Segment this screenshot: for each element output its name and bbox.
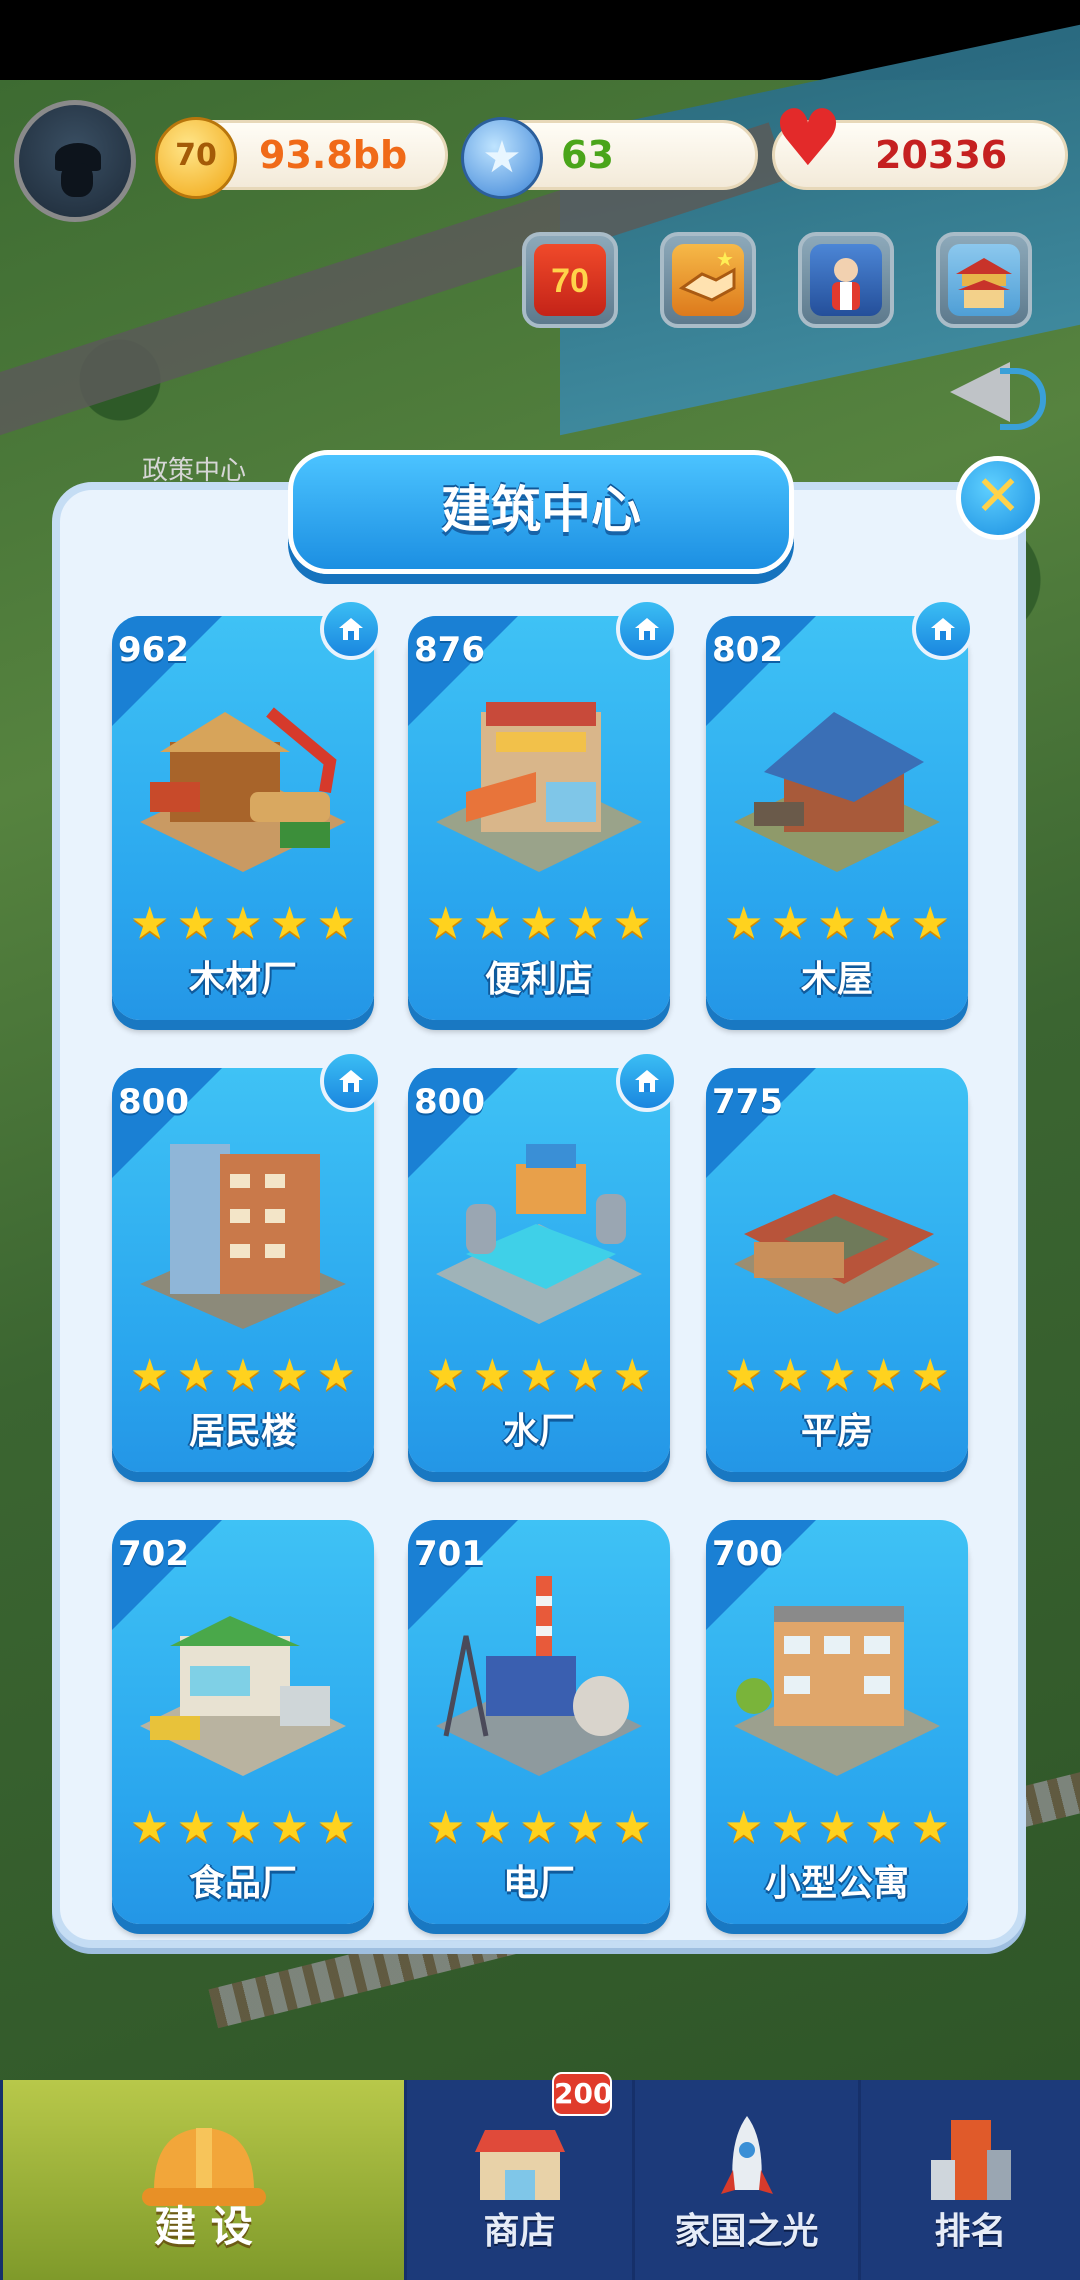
temple-building-icon — [948, 244, 1020, 316]
home-button[interactable] — [320, 1050, 382, 1112]
building-name: 电厂 — [502, 1863, 575, 1904]
handshake-button[interactable]: ★ — [660, 232, 756, 328]
nav-national-glory[interactable]: 家国之光 — [632, 2080, 858, 2280]
home-icon — [931, 618, 955, 640]
lumber-mill-art — [140, 707, 346, 872]
star-rating: ★ ★ ★ ★ ★ — [130, 898, 356, 949]
building-card[interactable]: 800 ★ ★ ★ ★ ★ 居民楼 — [112, 1068, 374, 1472]
small-apartment-art — [734, 1606, 940, 1776]
anniversary-70-button[interactable]: 70 — [522, 232, 618, 328]
ranking-icon — [930, 2120, 1011, 2200]
rocket-icon — [720, 2116, 773, 2194]
star-value: 63 — [561, 133, 614, 177]
home-icon — [339, 1070, 363, 1092]
character-event-button[interactable] — [798, 232, 894, 328]
building-card[interactable]: 700 ★ ★ ★ ★ ★ 小型公寓 — [706, 1520, 968, 1924]
building-card[interactable]: 802 ★ ★ ★ ★ ★ 木屋 — [706, 616, 968, 1020]
anniversary-70-icon: 70 — [534, 244, 606, 316]
convenience-store-art — [436, 702, 642, 872]
star-rating: ★ ★ ★ ★ ★ — [724, 1350, 950, 1401]
close-icon: ✕ — [974, 464, 1022, 529]
building-score: 876 — [414, 630, 485, 670]
home-icon — [339, 618, 363, 640]
character-event-icon — [810, 244, 882, 316]
sound-wave — [1000, 368, 1046, 430]
coin-value: 93.8bb — [259, 133, 408, 177]
building-score: 702 — [118, 1534, 189, 1574]
home-button[interactable] — [616, 598, 678, 660]
star-counter[interactable]: ★ 63 — [461, 117, 758, 199]
building-name: 木屋 — [800, 959, 873, 1000]
blue-star-icon: ★ — [461, 117, 543, 199]
building-name: 食品厂 — [188, 1863, 297, 1904]
nav-label: 建 设 — [154, 2202, 253, 2251]
temple-building-button[interactable] — [936, 232, 1032, 328]
avatar-silhouette — [61, 163, 93, 197]
star-rating: ★ ★ ★ ★ ★ — [426, 1802, 652, 1853]
building-name: 水厂 — [502, 1411, 575, 1452]
building-card[interactable]: 876 ★ ★ ★ ★ ★ 便利店 — [408, 616, 670, 1020]
building-card[interactable]: 702 ★ ★ ★ ★ ★ 食品厂 — [112, 1520, 374, 1924]
star-rating: ★ ★ ★ ★ ★ — [130, 1802, 356, 1853]
nav-label: 家国之光 — [674, 2211, 819, 2252]
home-button[interactable] — [616, 1050, 678, 1112]
home-button[interactable] — [912, 598, 974, 660]
heart-icon: ♥ — [773, 94, 843, 184]
building-card[interactable]: 701 ★ ★ ★ ★ ★ 电厂 — [408, 1520, 670, 1924]
building-card[interactable]: 962 ★ ★ ★ ★ ★ 木材厂 — [112, 616, 374, 1020]
star-rating: ★ ★ ★ ★ ★ — [130, 1350, 356, 1401]
building-score: 800 — [414, 1082, 485, 1122]
nav-label: 排名 — [934, 2211, 1007, 2252]
building-score: 962 — [118, 630, 189, 670]
announcement-button[interactable] — [940, 348, 1046, 438]
building-card[interactable]: 775 ★ ★ ★ ★ ★ 平房 — [706, 1068, 968, 1472]
shop-badge: 200 — [552, 2072, 612, 2116]
nav-label: 商店 — [483, 2211, 556, 2252]
close-button[interactable]: ✕ — [956, 456, 1040, 540]
residential-building-art — [140, 1144, 346, 1329]
star-rating: ★ ★ ★ ★ ★ — [724, 1802, 950, 1853]
svg-text:★: ★ — [716, 247, 734, 271]
heart-value: 20336 — [875, 133, 1008, 177]
building-score: 800 — [118, 1082, 189, 1122]
svg-text:70: 70 — [551, 262, 589, 300]
building-score: 700 — [712, 1534, 783, 1574]
building-score: 775 — [712, 1082, 783, 1122]
building-card[interactable]: 800 ★ ★ ★ ★ ★ 水厂 — [408, 1068, 670, 1472]
building-name: 便利店 — [484, 959, 593, 1000]
building-score: 802 — [712, 630, 783, 670]
coin-icon: 70 — [155, 117, 237, 199]
wooden-house-art — [734, 712, 940, 872]
building-score: 701 — [414, 1534, 485, 1574]
building-name: 小型公寓 — [764, 1863, 909, 1904]
panel-title: 建筑中心 — [441, 481, 641, 539]
home-button[interactable] — [320, 598, 382, 660]
building-name: 平房 — [800, 1411, 873, 1452]
home-icon — [635, 618, 659, 640]
star-rating: ★ ★ ★ ★ ★ — [426, 1350, 652, 1401]
handshake-icon: ★ — [672, 244, 744, 316]
power-plant-art — [436, 1576, 642, 1776]
player-avatar[interactable] — [14, 100, 136, 222]
nav-ranking[interactable]: 排名 — [858, 2080, 1080, 2280]
star-rating: ★ ★ ★ ★ ★ — [426, 898, 652, 949]
nav-build[interactable]: 建 设 — [0, 2080, 404, 2280]
star-rating: ★ ★ ★ ★ ★ — [724, 898, 950, 949]
food-factory-art — [140, 1616, 346, 1776]
shop-icon — [474, 2130, 565, 2200]
home-icon — [635, 1070, 659, 1092]
building-name: 木材厂 — [188, 959, 297, 1000]
coin-counter[interactable]: 70 93.8bb — [155, 117, 448, 199]
panel-title-banner: 建筑中心 — [288, 450, 794, 574]
heart-counter[interactable]: ♥ 20336 — [772, 94, 1068, 190]
building-name: 居民楼 — [188, 1411, 297, 1452]
water-plant-art — [436, 1144, 642, 1324]
bungalow-art — [734, 1194, 940, 1314]
